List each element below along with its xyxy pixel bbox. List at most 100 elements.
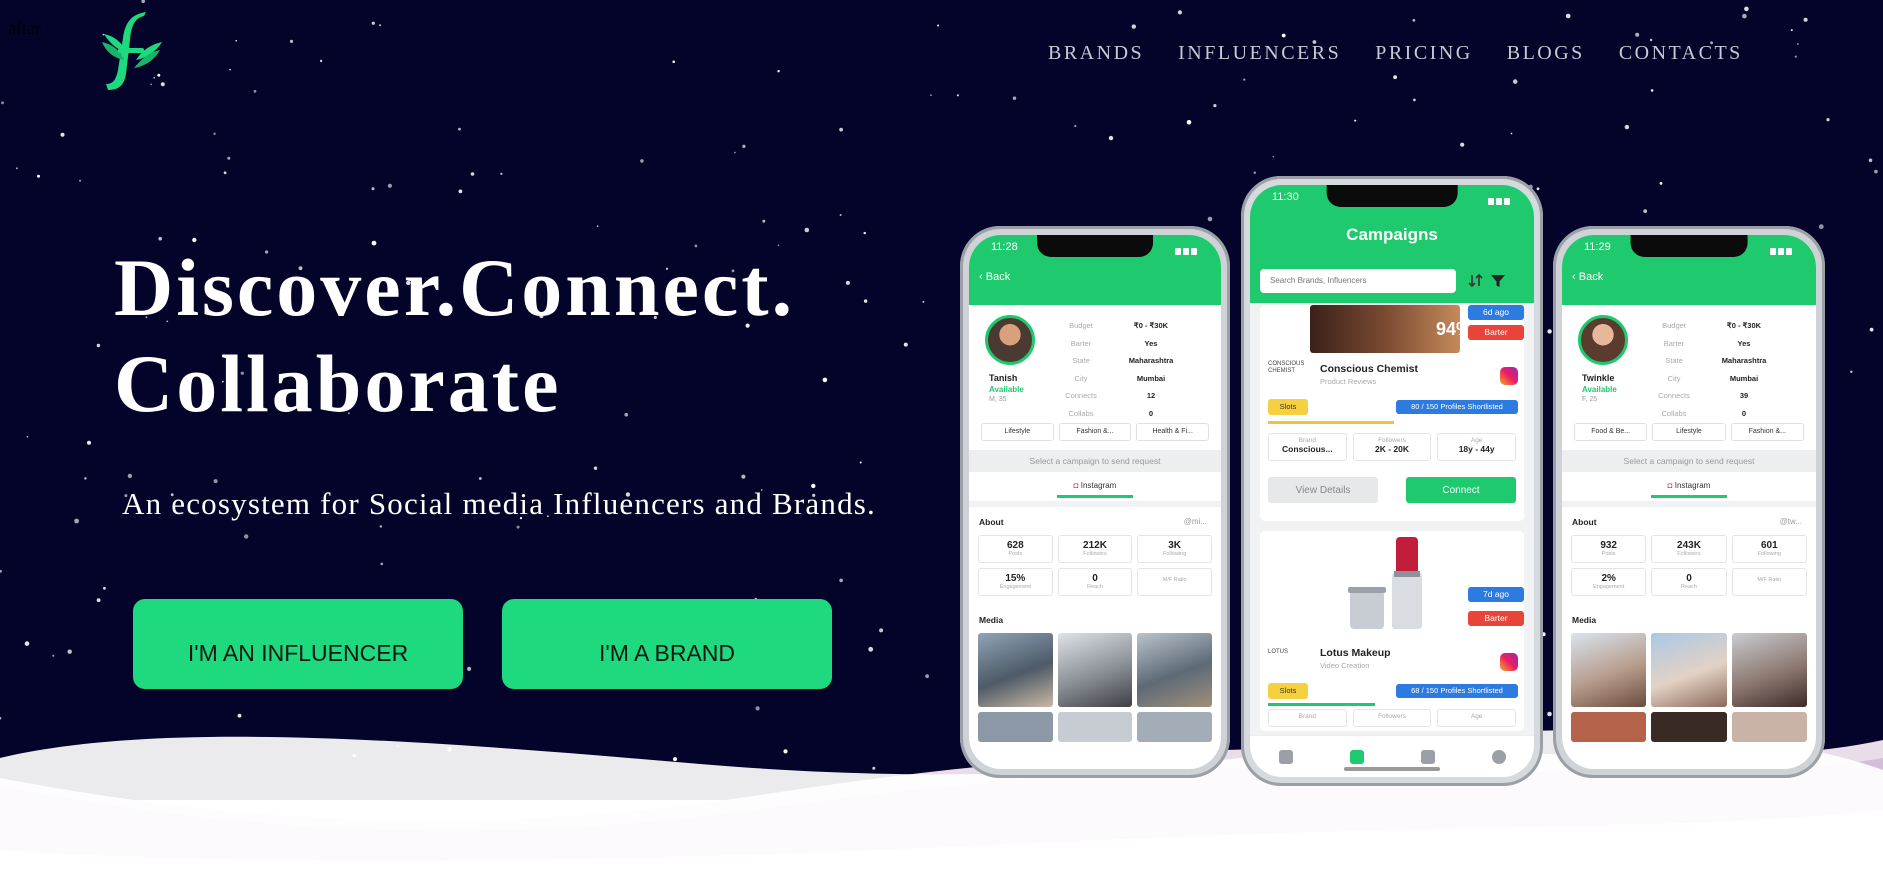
profile-details: Budget ₹0 - ₹30K Barter Yes State Maharasht… — [1644, 317, 1774, 422]
profile-details: Budget ₹0 - ₹30K Barter Yes State Maharasht… — [1051, 317, 1181, 422]
detail-row: Budget ₹0 - ₹30K — [1051, 317, 1181, 335]
stat-value: 601 — [1760, 540, 1778, 551]
profile-meta: F, 25 — [1582, 396, 1598, 403]
select-campaign-prompt[interactable]: Select a campaign to send request — [969, 450, 1221, 472]
detail-key: Connects — [1065, 391, 1097, 400]
detail-row: City Mumbai — [1644, 370, 1774, 388]
nav-link-pricing[interactable]: PRICING — [1375, 42, 1473, 65]
detail-value: Maharashtra — [1128, 356, 1174, 365]
tab-instagram[interactable]: ◘ Instagram — [969, 481, 1221, 490]
criteria-label: Brand — [1298, 437, 1316, 444]
detail-key: City — [1667, 373, 1681, 383]
category-chip[interactable]: Lifestyle — [1652, 423, 1726, 441]
detail-value: 0 — [1148, 408, 1154, 418]
campaigns-icon[interactable] — [1349, 749, 1364, 764]
detail-key: Budget — [1069, 321, 1093, 330]
media-thumbnail[interactable] — [1651, 633, 1727, 707]
stat-reach: 0 Reach — [1651, 568, 1727, 596]
brand-logo: LOTUS — [1268, 649, 1289, 655]
home-icon[interactable] — [1278, 749, 1293, 764]
brand-logo: CONSCIOUS CHEMIST — [1268, 361, 1305, 374]
media-thumbnail[interactable] — [1057, 633, 1133, 707]
stat-following: 3K Following — [1137, 535, 1212, 563]
media-thumbnail[interactable] — [1137, 712, 1212, 742]
status-time: 11:28 — [991, 241, 1018, 253]
media-thumbnail[interactable] — [1571, 633, 1647, 707]
detail-key: Barter — [1070, 338, 1092, 348]
criteria-age: Age 18y - 44y — [1437, 433, 1516, 461]
media-thumbnail[interactable] — [978, 712, 1053, 742]
back-button[interactable]: ‹ Back — [979, 271, 1010, 283]
nav-link-contacts[interactable]: CONTACTS — [1619, 42, 1743, 65]
posted-ago-badge: 6d ago — [1468, 305, 1524, 320]
media-thumbnail[interactable] — [1057, 712, 1133, 742]
posted-ago-badge: 7d ago — [1468, 587, 1524, 602]
nav-link-influencers[interactable]: INFLUENCERS — [1178, 42, 1341, 65]
stat-label: M/F Ratio — [1757, 577, 1782, 583]
media-thumbnail[interactable] — [1731, 633, 1807, 707]
main-navigation: BRANDS INFLUENCERS PRICING BLOGS CONTACT… — [1048, 42, 1743, 65]
stat-label: Posts — [1601, 551, 1616, 557]
criteria-label: Followers — [1378, 437, 1406, 444]
detail-key: Budget — [1662, 321, 1686, 330]
chat-icon[interactable] — [1420, 749, 1435, 764]
brand-logo-icon[interactable] — [100, 12, 164, 96]
phone-notch — [1630, 235, 1748, 257]
stat-posts: 628 Posts — [978, 535, 1053, 563]
campaign-card[interactable]: 7d ago Barter LOTUS Lotus Makeup Video C… — [1260, 531, 1524, 731]
signal-battery-icon — [1173, 242, 1203, 255]
category-chip[interactable]: Fashion &... — [1058, 423, 1132, 441]
stat-following: 601 Following — [1731, 535, 1807, 563]
nav-link-blogs[interactable]: BLOGS — [1507, 42, 1585, 65]
criteria-label: Age — [1470, 713, 1483, 720]
select-campaign-prompt[interactable]: Select a campaign to send request — [1562, 450, 1816, 472]
stat-value: 932 — [1600, 540, 1617, 551]
availability-status: Available — [989, 385, 1024, 394]
detail-value: 39 — [1739, 391, 1749, 400]
headline-line-1: Discover.Connect. — [114, 242, 796, 333]
campaign-brand-name: Conscious Chemist — [1320, 363, 1419, 375]
stat-engagement: 2% Engagement — [1571, 568, 1647, 596]
detail-key: Collabs — [1661, 408, 1687, 418]
media-thumbnail[interactable] — [1137, 633, 1212, 707]
sort-icon[interactable] — [1468, 273, 1484, 289]
detail-key: Barter — [1663, 338, 1685, 348]
avatar — [985, 315, 1035, 365]
view-details-button[interactable]: View Details — [1268, 477, 1378, 503]
stat-engagement: 15% Engagement — [978, 568, 1053, 596]
stats-grid: 932 Posts 243K Followers 601 Following 2% En… — [1571, 535, 1807, 596]
back-button[interactable]: ‹ Back — [1572, 271, 1603, 283]
filter-icon[interactable] — [1490, 273, 1506, 289]
nav-link-brands[interactable]: BRANDS — [1048, 42, 1144, 65]
signal-battery-icon — [1768, 242, 1798, 255]
media-thumbnail[interactable] — [1571, 712, 1647, 742]
slots-badge: Slots — [1268, 399, 1308, 415]
search-input[interactable] — [1260, 269, 1456, 293]
about-heading: About — [979, 517, 1004, 527]
criteria-age: Age — [1437, 709, 1516, 727]
category-chip[interactable]: Food & Be... — [1574, 423, 1648, 441]
profile-icon[interactable] — [1491, 749, 1506, 764]
media-thumbnail[interactable] — [1731, 712, 1807, 742]
divider — [969, 501, 1221, 507]
media-thumbnail[interactable] — [1651, 712, 1727, 742]
stat-label: Reach — [1087, 584, 1103, 590]
brand-signup-button[interactable]: I'M A BRAND — [502, 599, 832, 689]
connect-button[interactable]: Connect — [1406, 477, 1516, 503]
phone-mockup-center: 11:30 Campaigns 94% 6d ago Barter CONSCI… — [1241, 176, 1543, 786]
lipstick-product-image — [1348, 537, 1422, 629]
campaign-card[interactable]: 94% 6d ago Barter CONSCIOUS CHEMIST Cons… — [1260, 305, 1524, 521]
category-chip[interactable]: Lifestyle — [981, 423, 1054, 441]
criteria-brand: Brand — [1268, 709, 1347, 727]
category-chip[interactable]: Fashion &... — [1730, 423, 1804, 441]
influencer-signup-button[interactable]: I'M AN INFLUENCER — [133, 599, 463, 689]
stat-label: Following — [1163, 551, 1187, 557]
detail-row: Collabs 0 — [1051, 405, 1181, 423]
category-chip[interactable]: Health & Fi... — [1136, 423, 1210, 441]
media-thumbnail[interactable] — [978, 633, 1053, 707]
detail-row: Barter Yes — [1644, 335, 1774, 353]
tab-instagram[interactable]: ◘ Instagram — [1562, 481, 1816, 490]
tab-instagram-label: Instagram — [1674, 481, 1711, 490]
campaign-type: Video Creation — [1320, 661, 1370, 670]
phone-notch — [1326, 185, 1458, 207]
